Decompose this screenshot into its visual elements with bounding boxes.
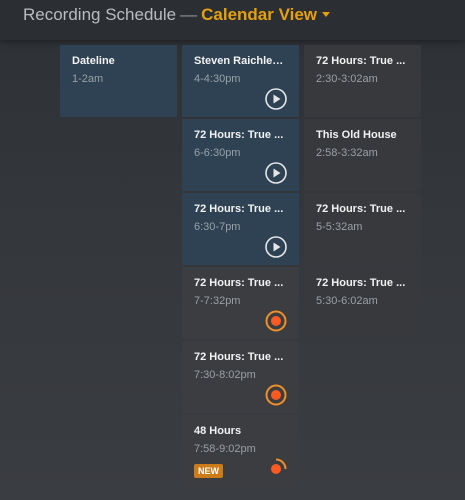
- card-time: 2:30-3:02am: [316, 73, 378, 85]
- card-time: 7:30-8:02pm: [194, 369, 256, 381]
- card-title: 48 Hours: [194, 425, 242, 437]
- play-icon[interactable]: [265, 162, 287, 184]
- card-title: 72 Hours: True ...: [316, 277, 406, 289]
- page-title-text: Recording Schedule: [23, 5, 177, 24]
- play-icon[interactable]: [265, 88, 287, 110]
- card-time: 7:58-9:02pm: [194, 443, 256, 455]
- recording-in-progress-icon: [271, 458, 287, 474]
- schedule-card[interactable]: 72 Hours: True ... 2:30-3:02am: [304, 45, 421, 117]
- card-title: 72 Hours: True ...: [194, 129, 284, 141]
- card-title: 72 Hours: True ...: [194, 351, 284, 363]
- record-scheduled-icon: [265, 310, 287, 332]
- play-icon[interactable]: [265, 236, 287, 258]
- card-title: Dateline: [72, 55, 115, 67]
- schedule-card[interactable]: Steven Raichlen... 4-4:30pm: [182, 45, 299, 117]
- card-time: 4-4:30pm: [194, 73, 241, 85]
- card-time: 6:30-7pm: [194, 221, 241, 233]
- record-scheduled-icon: [265, 384, 287, 406]
- schedule-card[interactable]: 48 Hours 7:58-9:02pm NEW: [182, 415, 299, 487]
- title-separator: —: [180, 5, 198, 24]
- schedule-card[interactable]: 72 Hours: True ... 7:30-8:02pm: [182, 341, 299, 413]
- schedule-card[interactable]: 72 Hours: True ... 6-6:30pm: [182, 119, 299, 191]
- schedule-card[interactable]: 72 Hours: True ... 5:30-6:02am: [304, 267, 421, 339]
- card-time: 2:58-3:32am: [316, 147, 378, 159]
- header-bar: Recording Schedule — Calendar View: [0, 0, 465, 40]
- card-title: 72 Hours: True ...: [194, 203, 284, 215]
- card-time: 1-2am: [72, 73, 104, 85]
- schedule-card[interactable]: This Old House 2:58-3:32am: [304, 119, 421, 191]
- schedule-card[interactable]: 72 Hours: True ... 7-7:32pm: [182, 267, 299, 339]
- schedule-card[interactable]: 72 Hours: True ... 6:30-7pm: [182, 193, 299, 265]
- page-title: Recording Schedule — Calendar View: [23, 4, 331, 26]
- schedule-card[interactable]: Dateline 1-2am: [60, 45, 177, 117]
- view-selector-label: Calendar View: [201, 5, 318, 24]
- card-time: 5:30-6:02am: [316, 295, 378, 307]
- card-time: 6-6:30pm: [194, 147, 241, 159]
- card-title: 72 Hours: True ...: [316, 203, 406, 215]
- card-time: 5-5:32am: [316, 221, 363, 233]
- card-title: 72 Hours: True ...: [316, 55, 406, 67]
- card-title: 72 Hours: True ...: [194, 277, 284, 289]
- caret-down-icon: [322, 12, 331, 17]
- card-title: This Old House: [316, 129, 397, 141]
- view-selector[interactable]: Calendar View: [201, 5, 331, 24]
- card-time: 7-7:32pm: [194, 295, 241, 307]
- card-title: Steven Raichlen...: [194, 55, 287, 67]
- schedule-card[interactable]: 72 Hours: True ... 5-5:32am: [304, 193, 421, 265]
- new-badge: NEW: [194, 464, 223, 478]
